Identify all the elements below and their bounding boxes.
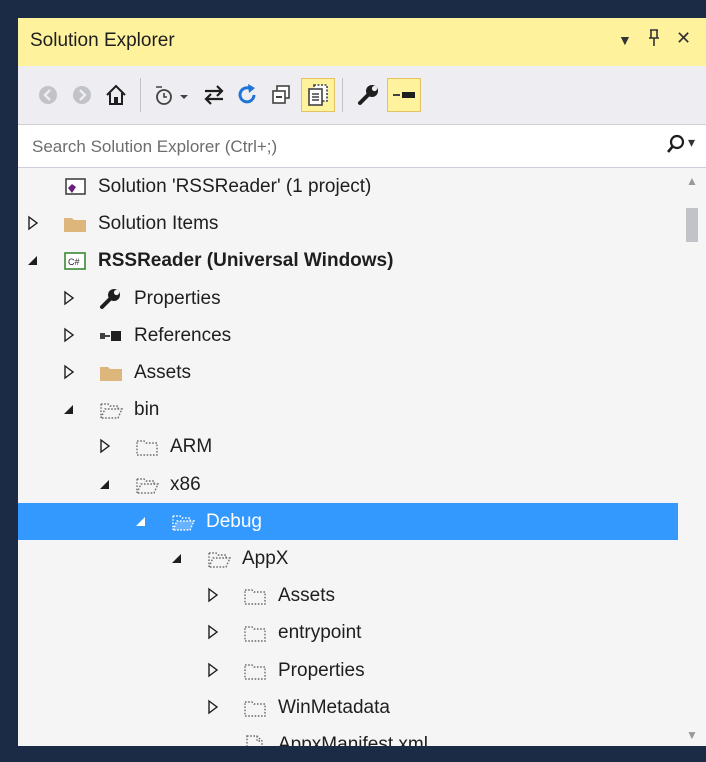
preview-icon[interactable]	[387, 78, 421, 112]
solution-tree: Solution 'RSSReader' (1 project) Solution…	[18, 168, 678, 746]
expand-arrow-icon[interactable]	[206, 699, 220, 721]
collapse-arrow-icon[interactable]	[26, 252, 40, 274]
tree-item[interactable]: Debug	[18, 503, 678, 540]
dashed-folder-icon	[242, 622, 268, 650]
dashed-folder-icon	[134, 436, 160, 464]
tree-item[interactable]: Solution 'RSSReader' (1 project)	[18, 168, 678, 205]
tree-item[interactable]: entrypoint	[18, 614, 678, 651]
search-options-icon[interactable]: ▾	[688, 134, 695, 151]
collapse-arrow-icon[interactable]	[62, 401, 76, 423]
expand-arrow-icon[interactable]	[26, 215, 40, 237]
expand-arrow-icon[interactable]	[62, 290, 76, 312]
panel-title: Solution Explorer	[30, 30, 175, 51]
pending-changes-icon[interactable]	[150, 79, 194, 111]
references-icon	[98, 325, 124, 353]
tree-item[interactable]: AppX	[18, 540, 678, 577]
csharp-project-icon: C#	[62, 250, 88, 278]
tree-item[interactable]: Assets	[18, 354, 678, 391]
open-dashed-folder-icon	[170, 511, 196, 539]
pin-icon[interactable]	[646, 28, 662, 53]
tree-item-label: Debug	[206, 511, 262, 532]
scroll-down-icon[interactable]: ▼	[686, 728, 698, 742]
tree-item[interactable]: References	[18, 317, 678, 354]
folder-icon	[98, 362, 124, 390]
dashed-folder-icon	[242, 660, 268, 688]
collapse-all-icon[interactable]	[266, 79, 298, 111]
tree-item-label: entrypoint	[278, 622, 362, 643]
dashed-folder-icon	[242, 585, 268, 613]
folder-icon	[62, 213, 88, 241]
window-frame: Solution Explorer ▼ ✕ Search Solution Ex…	[0, 0, 706, 762]
expand-arrow-icon[interactable]	[62, 327, 76, 349]
tree-item[interactable]: x86	[18, 466, 678, 503]
tree-item-label: WinMetadata	[278, 697, 390, 718]
title-bar[interactable]: Solution Explorer ▼ ✕	[18, 18, 706, 66]
tree-item[interactable]: WinMetadata	[18, 689, 678, 726]
tree-item-label: AppX	[242, 548, 289, 569]
back-icon[interactable]	[32, 79, 64, 111]
dashed-file-icon	[242, 734, 268, 746]
expand-arrow-icon[interactable]	[206, 587, 220, 609]
expand-arrow-icon[interactable]	[98, 438, 112, 460]
expand-arrow-icon[interactable]	[206, 624, 220, 646]
search-input[interactable]	[30, 133, 634, 161]
open-dashed-folder-icon	[206, 548, 232, 576]
toolbar-separator	[342, 78, 343, 112]
solution-explorer-panel: Solution Explorer ▼ ✕ Search Solution Ex…	[18, 18, 706, 746]
tree-item-label: x86	[170, 474, 201, 495]
tree-item-label: Properties	[278, 660, 365, 681]
home-icon[interactable]	[100, 79, 132, 111]
collapse-arrow-icon[interactable]	[98, 476, 112, 498]
tree-item-label: ARM	[170, 436, 213, 457]
collapse-arrow-icon[interactable]	[134, 513, 148, 535]
search-icon[interactable]	[666, 133, 686, 162]
tree-item-label: Assets	[134, 362, 192, 383]
toolbar-separator	[140, 78, 141, 112]
sync-icon[interactable]	[198, 79, 230, 111]
tree-item-label: Properties	[134, 288, 221, 309]
forward-icon[interactable]	[66, 79, 98, 111]
solution-icon	[62, 176, 88, 204]
toolbar	[18, 66, 706, 125]
tree-item[interactable]: C# RSSReader (Universal Windows)	[18, 242, 678, 279]
tree-item[interactable]: Properties	[18, 280, 678, 317]
tree-item-label: References	[134, 325, 232, 346]
expand-arrow-icon[interactable]	[62, 364, 76, 386]
tree-item[interactable]: Solution Items	[18, 205, 678, 242]
tree-item-label: bin	[134, 399, 160, 420]
tree-item[interactable]: ARM	[18, 428, 678, 465]
scrollbar-thumb[interactable]	[686, 208, 698, 242]
svg-text:C#: C#	[68, 257, 80, 267]
tree-item[interactable]: AppxManifest.xml	[18, 726, 678, 746]
search-box[interactable]: ▾	[18, 125, 706, 168]
vertical-scrollbar[interactable]: ▲ ▼	[680, 168, 706, 746]
properties-icon[interactable]	[352, 79, 384, 111]
tree-item[interactable]: bin	[18, 391, 678, 428]
tree-item-label: Solution Items	[98, 213, 219, 234]
refresh-icon[interactable]	[232, 79, 264, 111]
open-dashed-folder-icon	[134, 474, 160, 502]
tree-item-label: Solution 'RSSReader' (1 project)	[98, 176, 372, 197]
expand-arrow-icon[interactable]	[206, 662, 220, 684]
open-dashed-folder-icon	[98, 399, 124, 427]
dropdown-icon[interactable]: ▼	[618, 32, 632, 48]
tree-item[interactable]: Assets	[18, 577, 678, 614]
tree-item[interactable]: Properties	[18, 652, 678, 689]
show-all-files-icon[interactable]	[301, 78, 335, 112]
scroll-up-icon[interactable]: ▲	[686, 174, 698, 188]
wrench-icon	[98, 288, 124, 316]
tree-item-label: AppxManifest.xml	[278, 734, 428, 746]
tree-item-label: Assets	[278, 585, 336, 606]
collapse-arrow-icon[interactable]	[170, 550, 184, 572]
tree-item-label: RSSReader (Universal Windows)	[98, 250, 394, 271]
close-icon[interactable]: ✕	[676, 28, 691, 49]
dashed-folder-icon	[242, 697, 268, 725]
